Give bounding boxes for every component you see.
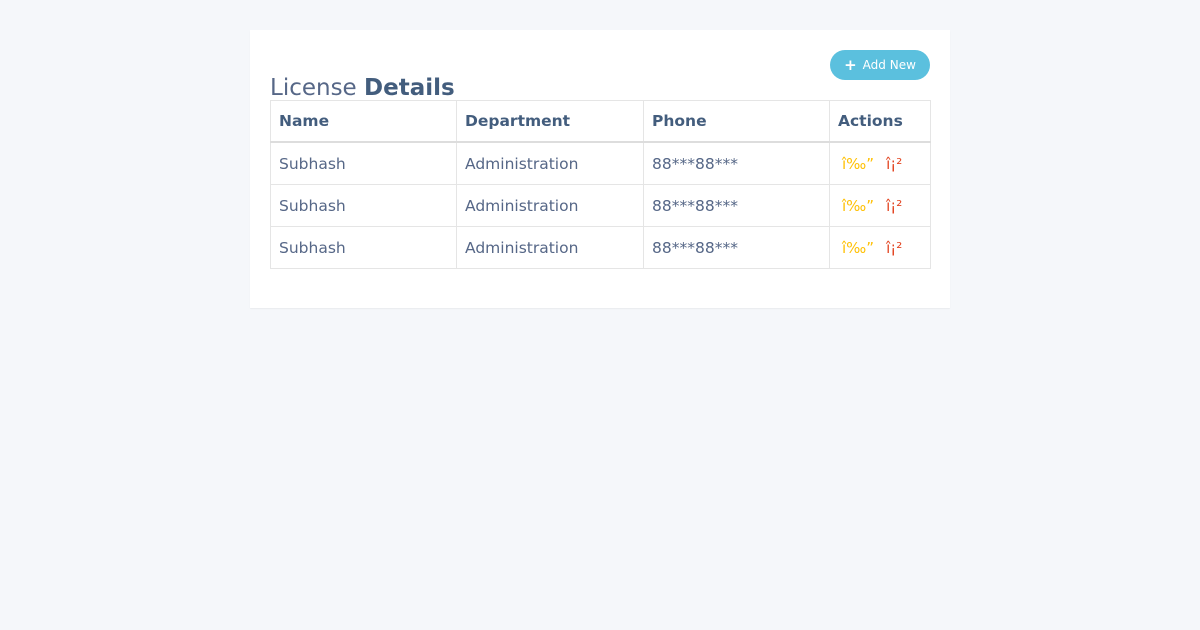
edit-icon[interactable]: î‰” xyxy=(842,155,874,173)
cell-name: Subhash xyxy=(270,141,457,185)
edit-icon[interactable]: î‰” xyxy=(842,197,874,215)
license-table: Name Department Phone Actions Subhash Ad… xyxy=(270,100,931,269)
add-new-label: Add New xyxy=(862,58,916,72)
table-row: Subhash Administration 88***88*** î‰” î¡² xyxy=(270,141,931,185)
license-details-card: License Details + Add New Name Departmen… xyxy=(250,30,950,308)
header-phone: Phone xyxy=(643,100,830,143)
header-department: Department xyxy=(456,100,644,143)
cell-department: Administration xyxy=(456,141,644,185)
header-name: Name xyxy=(270,100,457,143)
cell-department: Administration xyxy=(456,184,644,227)
cell-actions: î‰” î¡² xyxy=(829,226,931,269)
plus-icon: + xyxy=(844,56,857,74)
cell-department: Administration xyxy=(456,226,644,269)
cell-phone: 88***88*** xyxy=(643,184,830,227)
page-title-bold: Details xyxy=(364,75,455,101)
delete-icon[interactable]: î¡² xyxy=(886,239,902,257)
header-actions: Actions xyxy=(829,100,931,143)
delete-icon[interactable]: î¡² xyxy=(886,155,902,173)
cell-actions: î‰” î¡² xyxy=(829,184,931,227)
cell-name: Subhash xyxy=(270,226,457,269)
add-new-button[interactable]: + Add New xyxy=(830,50,930,80)
table-header-row: Name Department Phone Actions xyxy=(270,100,931,143)
cell-phone: 88***88*** xyxy=(643,141,830,185)
cell-phone: 88***88*** xyxy=(643,226,830,269)
page-title-light: License xyxy=(270,75,357,101)
table-row: Subhash Administration 88***88*** î‰” î¡² xyxy=(270,184,931,227)
edit-icon[interactable]: î‰” xyxy=(842,239,874,257)
cell-actions: î‰” î¡² xyxy=(829,141,931,185)
page-title: License Details xyxy=(270,76,455,100)
cell-name: Subhash xyxy=(270,184,457,227)
table-row: Subhash Administration 88***88*** î‰” î¡² xyxy=(270,226,931,269)
delete-icon[interactable]: î¡² xyxy=(886,197,902,215)
